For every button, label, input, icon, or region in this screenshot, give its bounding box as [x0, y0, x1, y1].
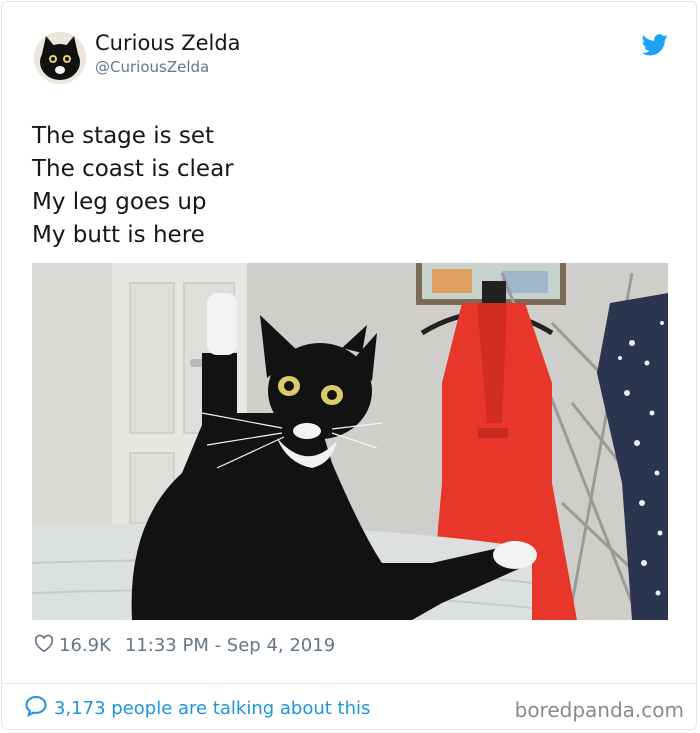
tweet-meta: 16.9K 11:33 PM - Sep 4, 2019 — [33, 632, 335, 658]
avatar[interactable] — [34, 32, 86, 84]
user-handle[interactable]: @CuriousZelda — [95, 58, 209, 76]
speech-bubble-icon — [24, 694, 48, 722]
tweet-photo[interactable] — [32, 263, 668, 620]
tweet-line: My butt is here — [32, 222, 205, 248]
display-name[interactable]: Curious Zelda — [95, 31, 241, 55]
tweet-text: The stage is set The coast is clear My l… — [32, 120, 632, 252]
like-count[interactable]: 16.9K — [59, 635, 111, 656]
tweet-line: My leg goes up — [32, 189, 207, 215]
conversation-link[interactable]: 3,173 people are talking about this — [24, 694, 370, 722]
conversation-text[interactable]: 3,173 people are talking about this — [54, 698, 370, 719]
tweet-line: The stage is set — [32, 123, 215, 149]
timestamp[interactable]: 11:33 PM - Sep 4, 2019 — [125, 635, 335, 656]
tweet-line: The coast is clear — [32, 156, 234, 182]
heart-icon[interactable] — [33, 632, 55, 658]
divider — [1, 683, 697, 684]
twitter-bird-icon[interactable] — [641, 34, 668, 56]
watermark: boredpanda.com — [514, 698, 684, 722]
